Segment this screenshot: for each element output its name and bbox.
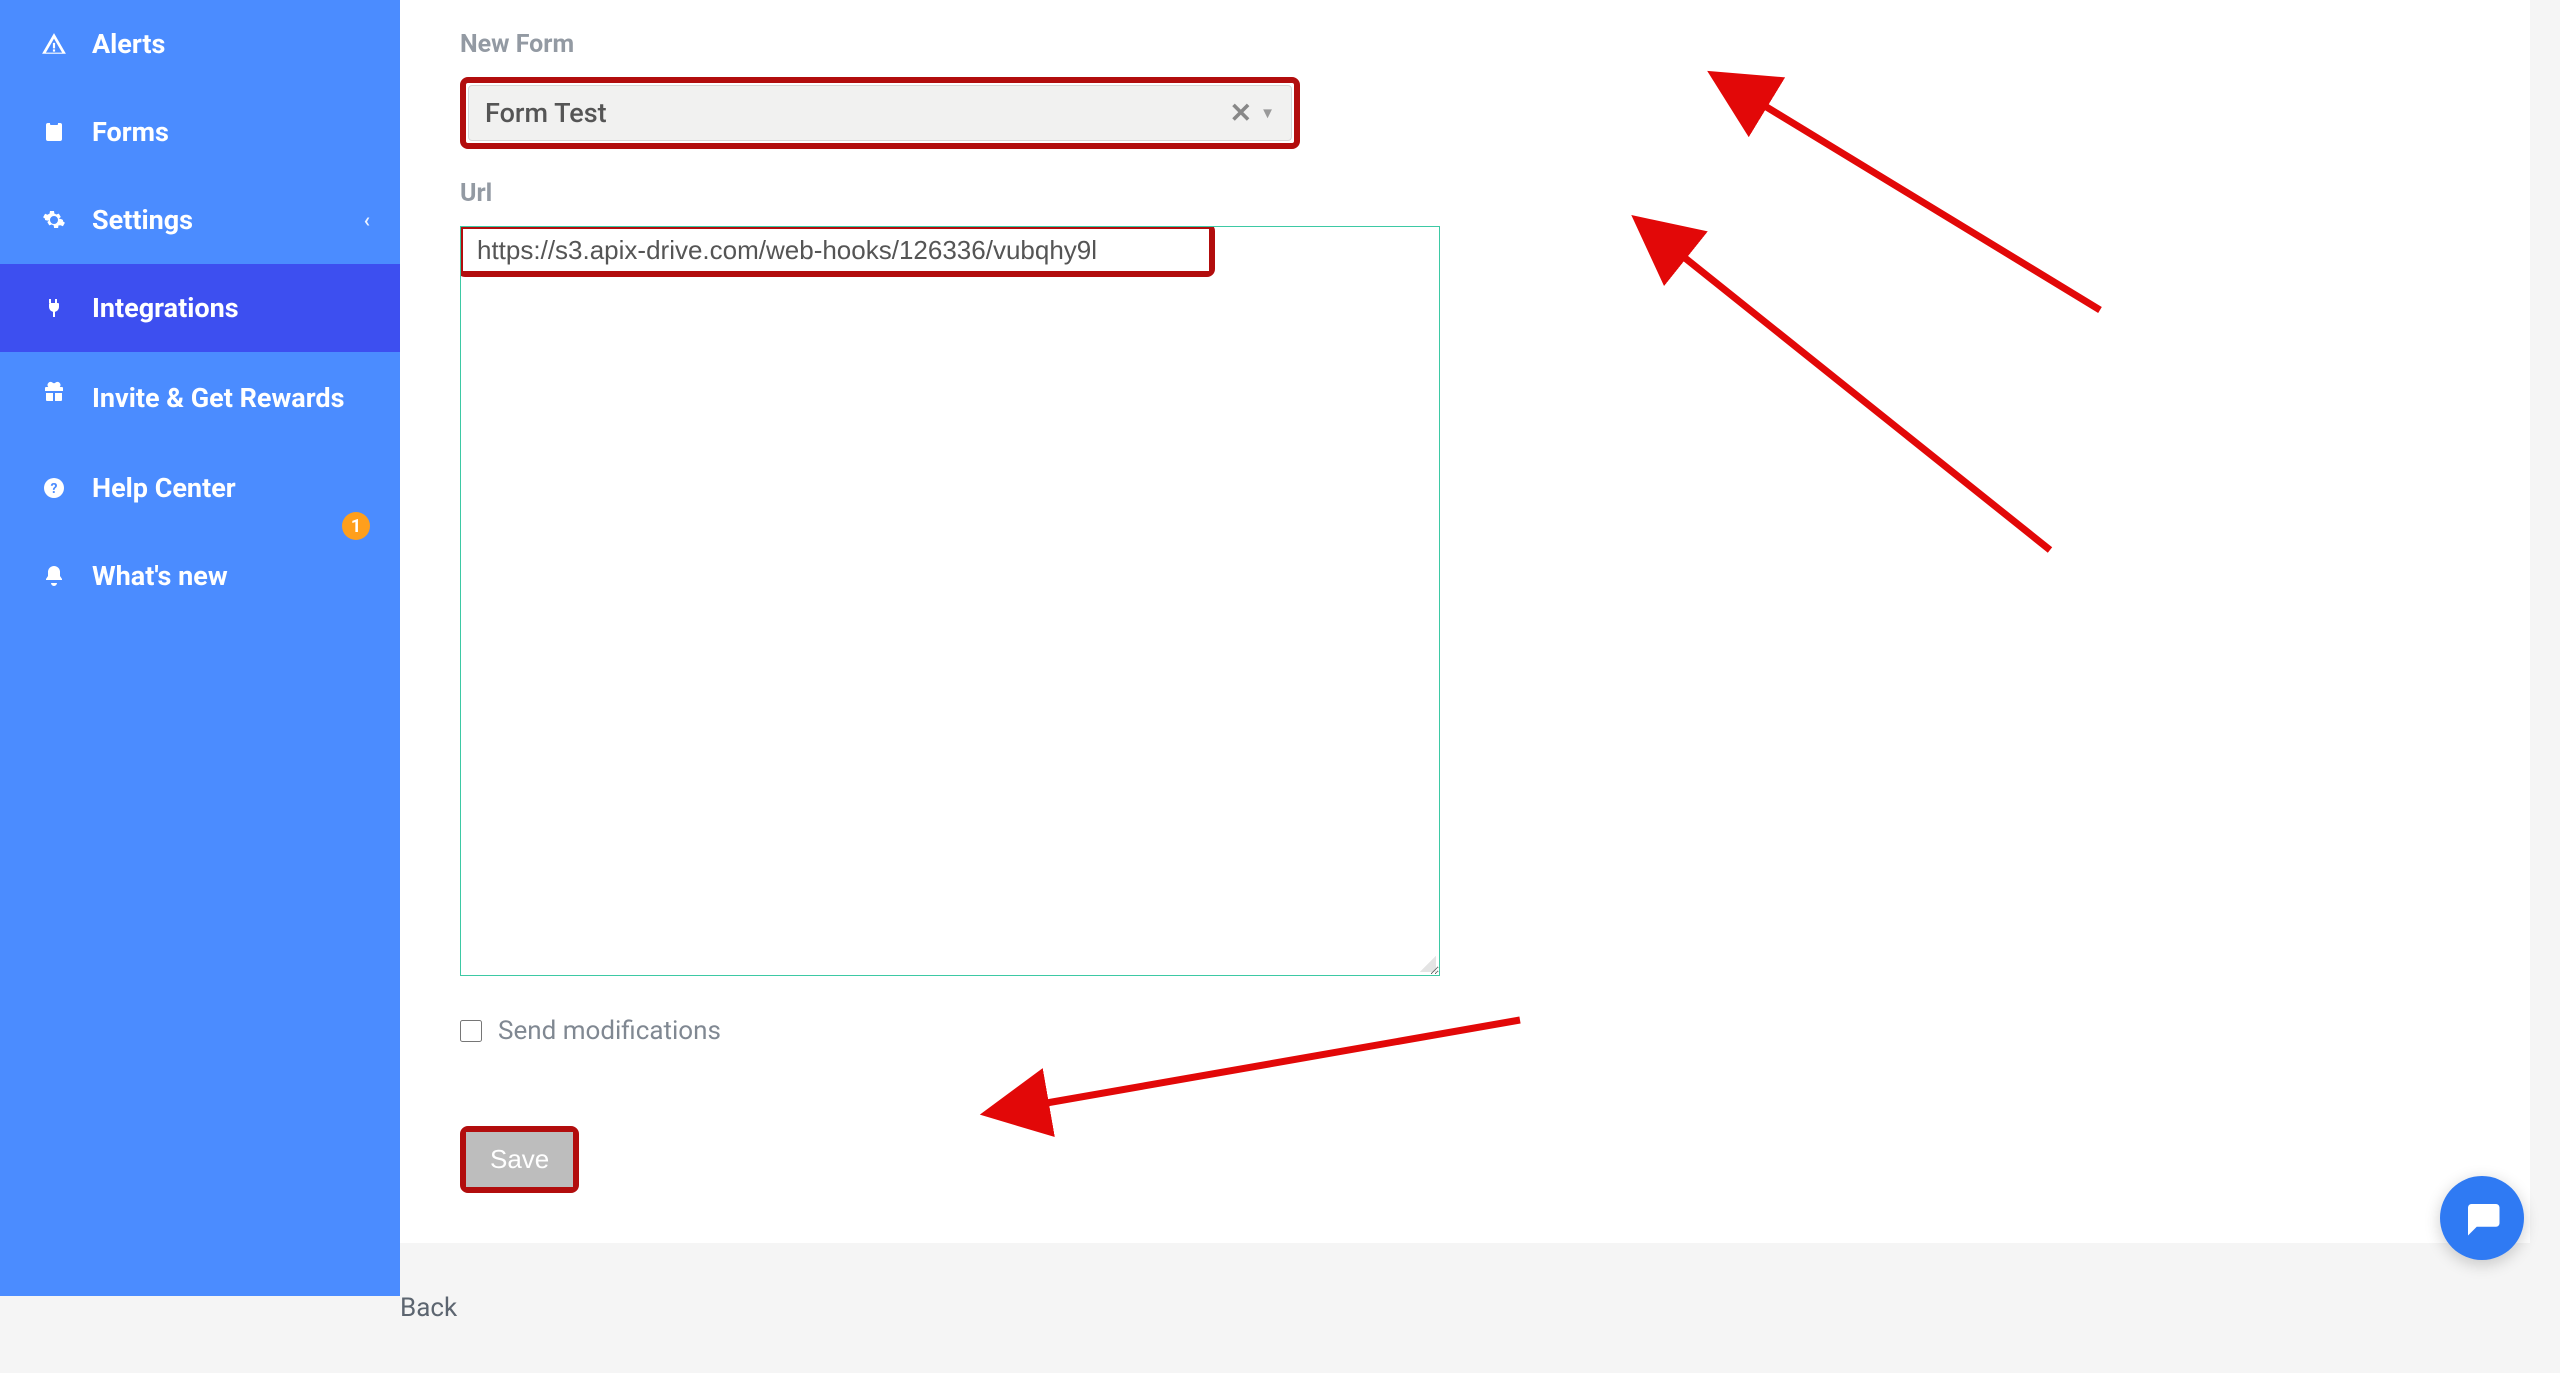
bell-icon	[40, 564, 68, 588]
sidebar-item-label: Integrations	[92, 292, 239, 324]
url-input[interactable]	[463, 229, 1209, 271]
sidebar-item-forms[interactable]: Forms	[0, 88, 400, 176]
main-content: New Form Form Test ✕ ▼ Url Send modifica…	[400, 0, 2560, 1296]
alert-triangle-icon	[40, 31, 68, 57]
send-modifications-label[interactable]: Send modifications	[498, 1016, 721, 1046]
chevron-down-icon[interactable]: ▼	[1260, 104, 1275, 122]
integration-panel: New Form Form Test ✕ ▼ Url Send modifica…	[400, 0, 2530, 1243]
clipboard-icon	[40, 120, 68, 144]
sidebar-item-integrations[interactable]: Integrations	[0, 264, 400, 352]
url-textarea[interactable]	[460, 226, 1440, 976]
sidebar: Alerts Forms Settings ‹ Integrations I	[0, 0, 400, 1296]
sidebar-item-whatsnew[interactable]: What's new	[0, 532, 400, 620]
whats-new-badge: 1	[342, 512, 370, 540]
sidebar-item-help[interactable]: ? Help Center	[0, 444, 400, 532]
back-link[interactable]: Back	[400, 1293, 457, 1323]
gift-icon	[40, 380, 68, 404]
highlight-url	[460, 226, 1215, 277]
chat-fab[interactable]	[2440, 1176, 2524, 1260]
new-form-label: New Form	[460, 0, 2470, 77]
highlight-save: Save	[460, 1126, 579, 1193]
question-icon: ?	[40, 476, 68, 500]
new-form-select-value: Form Test	[485, 97, 1230, 129]
send-modifications-checkbox[interactable]	[460, 1020, 482, 1042]
highlight-new-form: Form Test ✕ ▼	[460, 77, 1300, 149]
clear-icon[interactable]: ✕	[1230, 97, 1253, 129]
sidebar-item-label: Forms	[92, 116, 169, 148]
save-button[interactable]: Save	[466, 1132, 573, 1187]
sidebar-item-label: What's new	[92, 560, 228, 592]
chat-icon	[2461, 1197, 2503, 1239]
plug-icon	[40, 296, 68, 320]
sidebar-item-settings[interactable]: Settings ‹	[0, 176, 400, 264]
sidebar-item-label: Invite & Get Rewards	[92, 380, 344, 416]
chevron-left-icon: ‹	[364, 208, 370, 232]
new-form-select[interactable]: Form Test ✕ ▼	[468, 85, 1292, 141]
svg-text:?: ?	[51, 481, 58, 497]
sidebar-item-label: Help Center	[92, 472, 236, 504]
sidebar-item-label: Alerts	[92, 28, 165, 60]
sidebar-item-label: Settings	[92, 204, 193, 236]
sidebar-item-alerts[interactable]: Alerts	[0, 0, 400, 88]
gear-icon	[40, 208, 68, 232]
sidebar-item-invite[interactable]: Invite & Get Rewards	[0, 352, 400, 444]
url-label: Url	[460, 149, 2470, 226]
